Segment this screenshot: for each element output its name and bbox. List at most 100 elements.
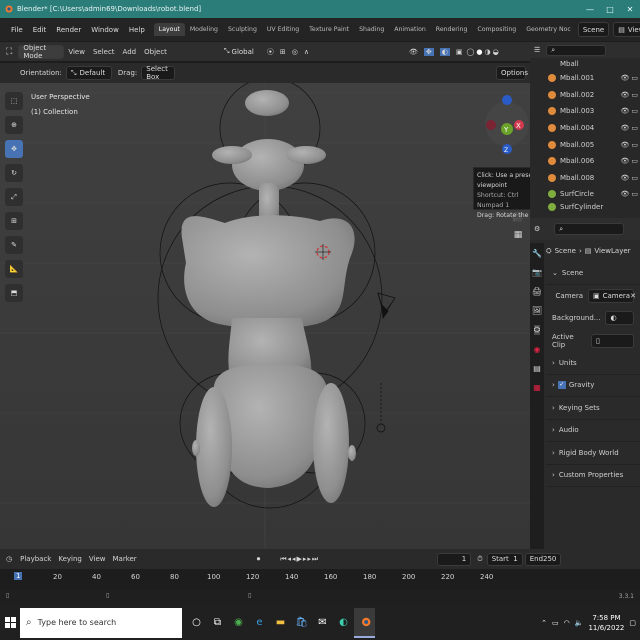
navigation-gizmo[interactable]: Y X Z	[484, 91, 530, 157]
playback-controls[interactable]: ⏮◂◂▶▸▸⏭	[280, 555, 319, 564]
tool-tab-icon[interactable]: 🔧	[532, 249, 542, 258]
drag-dropdown[interactable]: Select Box	[141, 65, 176, 81]
menu-window[interactable]: Window	[86, 26, 124, 34]
mode-selector[interactable]: Object Mode	[18, 44, 65, 60]
playhead[interactable]: 1	[14, 572, 23, 580]
outliner-item[interactable]: Mball.005 👁 ▭	[530, 136, 640, 153]
snap-icon[interactable]: ⊞	[280, 48, 286, 56]
tab-compositing[interactable]: Compositing	[472, 23, 521, 36]
minimize-button[interactable]: —	[580, 5, 600, 14]
close-button[interactable]: ✕	[620, 5, 640, 14]
eye-icon[interactable]: 👁	[620, 174, 629, 182]
outliner-item[interactable]: Mball.004 👁 ▭	[530, 120, 640, 137]
3d-viewport[interactable]: User Perspective (1) Collection Y X Z 🎥 …	[0, 83, 530, 549]
texture-tab-icon[interactable]: ▦	[533, 383, 541, 392]
scene-selector[interactable]: Scene	[577, 22, 610, 37]
edge-icon[interactable]: e	[249, 608, 270, 638]
camera-icon[interactable]: ▭	[631, 141, 638, 149]
eye-icon[interactable]: 👁	[620, 107, 629, 115]
viewport-menu-select[interactable]: Select	[89, 48, 119, 56]
timeline-ruler[interactable]: 1 20 40 60 80 100 120 140 160 180 200 22…	[0, 569, 640, 589]
tool-move[interactable]: ✥	[5, 140, 23, 158]
tab-shading[interactable]: Shading	[354, 23, 389, 36]
shading-wireframe-icon[interactable]: ◯	[467, 48, 475, 56]
chrome-icon[interactable]: ◉	[228, 608, 249, 638]
start-frame-field[interactable]: Start 1	[486, 552, 523, 566]
keying-sets-panel[interactable]: › Keying Sets	[546, 397, 640, 420]
store-icon[interactable]: 🛍	[291, 608, 312, 638]
shading-material-icon[interactable]: ◑	[484, 48, 490, 56]
maximize-button[interactable]: □	[600, 5, 620, 14]
tab-texture-paint[interactable]: Texture Paint	[304, 23, 354, 36]
eye-icon[interactable]: 👁	[620, 91, 629, 99]
viewport-menu-object[interactable]: Object	[140, 48, 171, 56]
world-tab-icon[interactable]: ◉	[534, 345, 541, 354]
notification-icon[interactable]: ▢	[629, 619, 636, 627]
gravity-panel[interactable]: › ✓ Gravity	[546, 375, 640, 397]
menu-file[interactable]: File	[6, 26, 28, 34]
camera-icon[interactable]: ▭	[631, 74, 638, 82]
gizmo-toggle-icon[interactable]: ✥	[423, 47, 434, 56]
tab-uv-editing[interactable]: UV Editing	[262, 23, 304, 36]
render-tab-icon[interactable]: 📷	[532, 268, 542, 277]
eye-icon[interactable]: 👁	[620, 157, 629, 165]
clock[interactable]: 7:58 PM 11/6/2022	[588, 613, 624, 633]
tab-modeling[interactable]: Modeling	[185, 23, 223, 36]
camera-field[interactable]: ▣ Camera ✕	[588, 288, 636, 303]
outliner-item[interactable]: SurfCylinder	[530, 203, 640, 212]
outliner-filter-icon[interactable]: ☰	[534, 46, 540, 54]
edge-dev-icon[interactable]: ◐	[333, 608, 354, 638]
camera-icon[interactable]: ▭	[631, 190, 638, 198]
cortana-icon[interactable]: ○	[186, 608, 207, 638]
custom-properties-panel[interactable]: › Custom Properties	[546, 465, 640, 487]
viewport-menu-add[interactable]: Add	[119, 48, 141, 56]
scene-section-header[interactable]: ⌄ Scene	[546, 262, 640, 285]
current-frame-field[interactable]: 1	[437, 552, 472, 566]
eye-icon[interactable]: 👁	[620, 141, 629, 149]
view-layer-tab-icon[interactable]: 🖼	[532, 306, 542, 315]
tool-rotate[interactable]: ↻	[5, 164, 23, 182]
tool-transform[interactable]: ⊞	[5, 212, 23, 230]
file-explorer-icon[interactable]: ▬	[270, 608, 291, 638]
tool-cursor[interactable]: ⊕	[5, 116, 23, 134]
units-panel[interactable]: › Units	[546, 352, 640, 375]
eye-icon[interactable]: 👁	[620, 124, 629, 132]
viewport-scene[interactable]	[0, 83, 530, 549]
blender-taskbar-icon[interactable]	[354, 607, 375, 638]
outliner-item[interactable]: Mball.006 👁 ▭	[530, 153, 640, 170]
timeline-editor-icon[interactable]: ◷	[6, 555, 12, 563]
start-button[interactable]	[0, 608, 20, 638]
volume-icon[interactable]: 🔈	[575, 619, 584, 627]
proportional-edit-icon[interactable]: ◎	[292, 48, 298, 56]
tool-measure[interactable]: 📐	[5, 260, 23, 278]
outliner-item[interactable]: Mball.002 👁 ▭	[530, 87, 640, 104]
scene-tab-icon[interactable]: ⛭	[533, 325, 541, 335]
wifi-icon[interactable]: ◠	[564, 619, 570, 627]
mail-icon[interactable]: ✉	[312, 608, 333, 638]
camera-icon[interactable]: ▭	[631, 157, 638, 165]
timeline-menu-keying[interactable]: Keying	[58, 555, 82, 563]
outliner-search[interactable]: ⌕	[546, 44, 607, 56]
background-field[interactable]: ◐	[605, 311, 634, 326]
shading-rendered-icon[interactable]: ◒	[493, 48, 499, 56]
outliner-item[interactable]: Mball.001 👁 ▭	[530, 70, 640, 87]
outliner-item[interactable]: SurfCircle 👁 ▭	[530, 186, 640, 203]
menu-render[interactable]: Render	[51, 26, 86, 34]
visibility-icon[interactable]: 👁	[409, 48, 418, 56]
output-tab-icon[interactable]: 🖨	[532, 287, 542, 296]
tab-rendering[interactable]: Rendering	[431, 23, 473, 36]
timer-icon[interactable]: ⏱	[477, 555, 482, 564]
chevron-up-icon[interactable]: ⌃	[541, 619, 547, 627]
tab-layout[interactable]: Layout	[153, 23, 185, 36]
viewport-menu-view[interactable]: View	[64, 48, 89, 56]
xray-icon[interactable]: ▣	[456, 48, 463, 56]
overlay-icon[interactable]: ◐	[439, 47, 450, 56]
eye-icon[interactable]: 👁	[620, 74, 629, 82]
menu-help[interactable]: Help	[124, 26, 150, 34]
timeline-menu-view[interactable]: View	[89, 555, 106, 563]
task-view-icon[interactable]: ⧉	[207, 608, 228, 638]
active-clip-field[interactable]: ▯	[591, 333, 634, 348]
rigid-body-world-panel[interactable]: › Rigid Body World	[546, 442, 640, 465]
camera-icon[interactable]: ▭	[631, 174, 638, 182]
tab-geometry-nodes[interactable]: Geometry Noc	[521, 23, 576, 36]
